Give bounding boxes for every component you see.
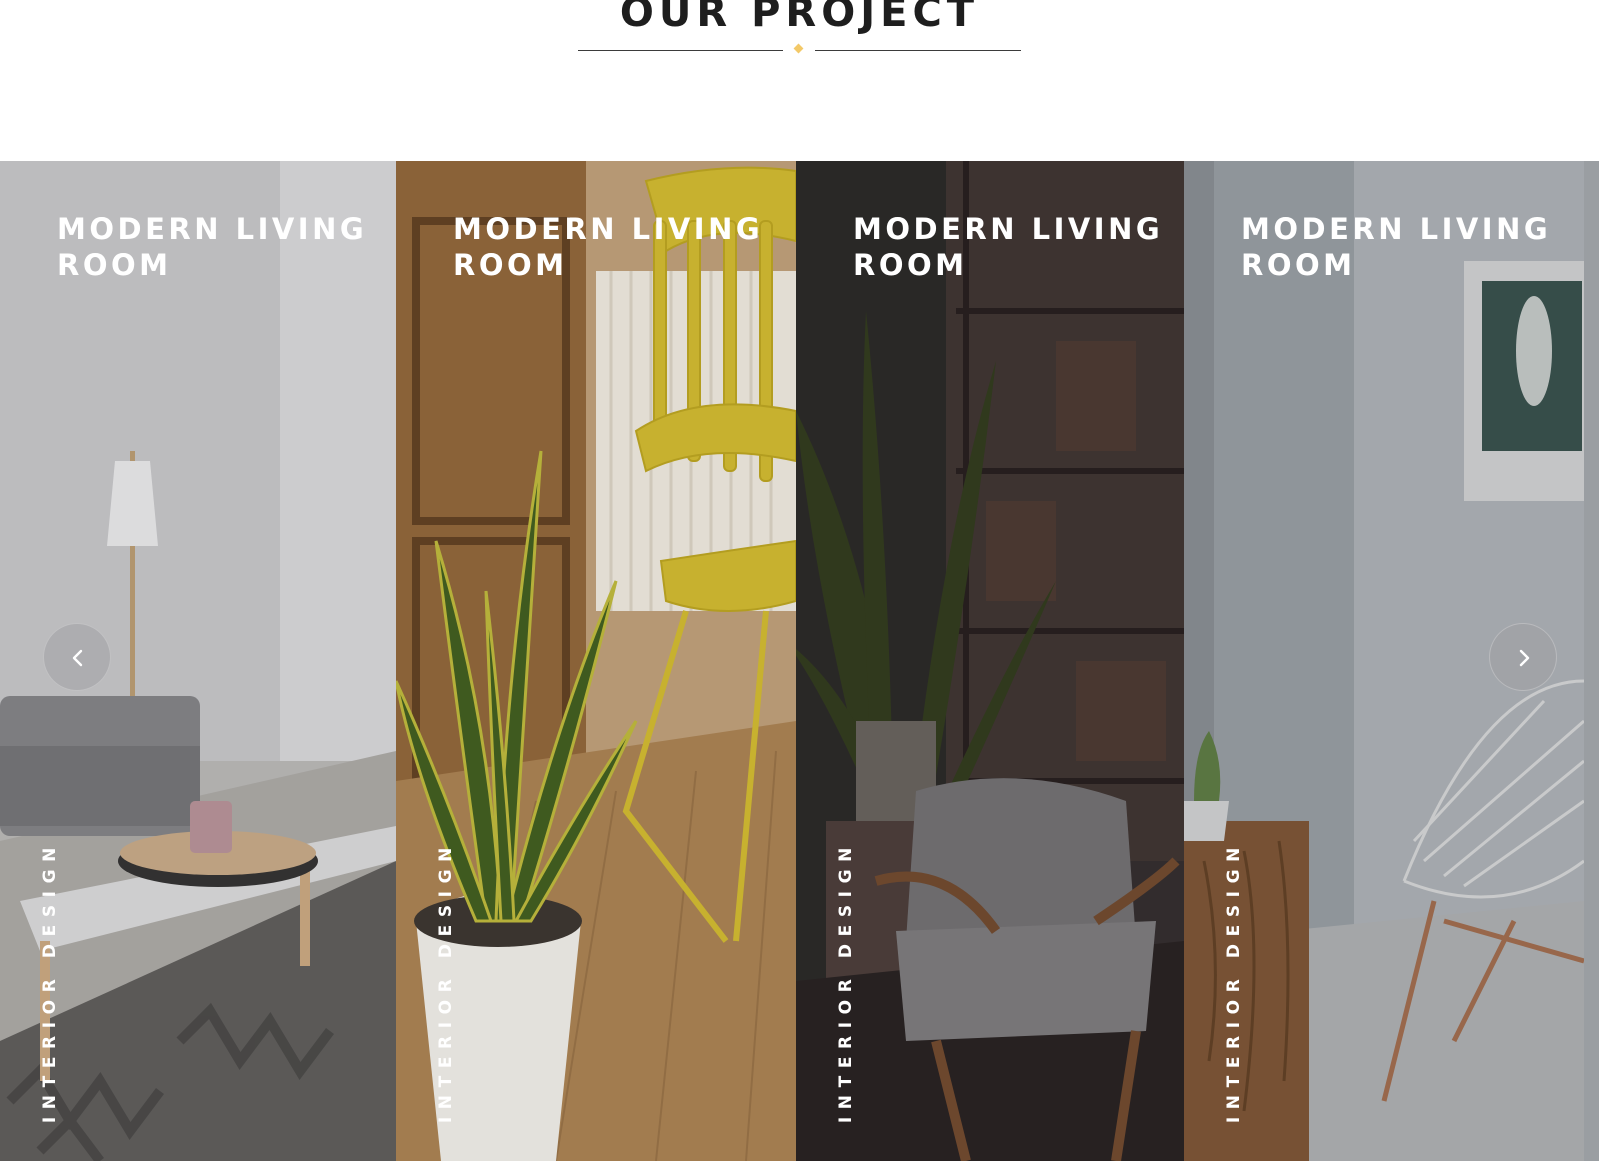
carousel-prev-button[interactable] bbox=[43, 623, 111, 691]
project-title: MODERN LIVING ROOM bbox=[57, 212, 368, 282]
project-category: INTERIOR DESIGN bbox=[40, 839, 60, 1123]
section-title: OUR PROJECT bbox=[619, 0, 980, 36]
project-title: MODERN LIVING ROOM bbox=[853, 212, 1164, 282]
project-title: MODERN LIVING ROOM bbox=[453, 212, 764, 282]
project-category: INTERIOR DESIGN bbox=[1224, 839, 1244, 1123]
carousel-next-button[interactable] bbox=[1489, 623, 1557, 691]
project-category: INTERIOR DESIGN bbox=[836, 839, 856, 1123]
chevron-right-icon bbox=[1519, 649, 1530, 667]
project-carousel: MODERN LIVING ROOM INTERIOR DESIGN MODER… bbox=[0, 161, 1599, 1161]
divider-diamond-icon bbox=[793, 43, 804, 54]
section-header: OUR PROJECT bbox=[0, 0, 1599, 160]
project-title: MODERN LIVING ROOM bbox=[1241, 212, 1552, 282]
chevron-left-icon bbox=[72, 649, 83, 667]
title-divider-right bbox=[815, 50, 1021, 51]
image-overlay bbox=[396, 161, 796, 1161]
project-card[interactable]: MODERN LIVING ROOM INTERIOR DESIGN bbox=[396, 161, 796, 1161]
project-category: INTERIOR DESIGN bbox=[436, 839, 456, 1123]
next-card-peek bbox=[1584, 161, 1599, 1161]
title-divider-left bbox=[578, 50, 783, 51]
project-card[interactable]: MODERN LIVING ROOM INTERIOR DESIGN bbox=[796, 161, 1184, 1161]
